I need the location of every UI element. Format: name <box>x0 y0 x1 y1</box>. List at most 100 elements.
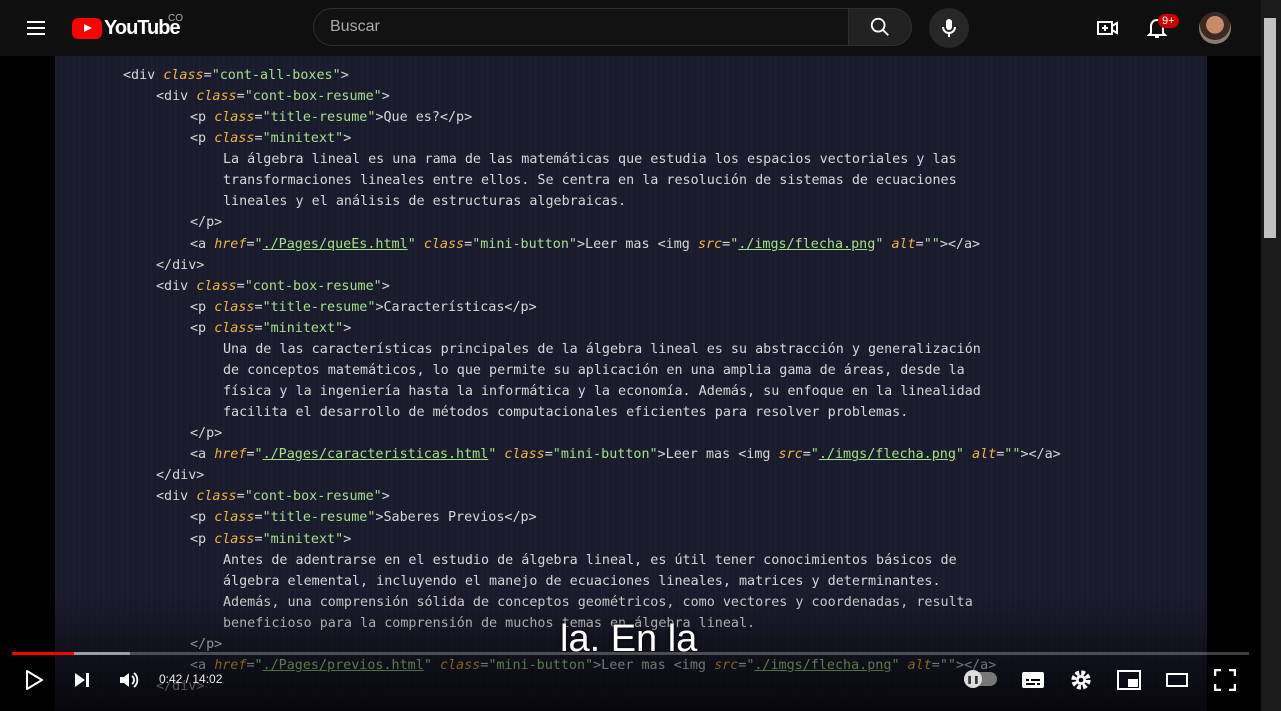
theater-mode-button[interactable] <box>1164 668 1190 692</box>
code-token: " <box>254 236 263 252</box>
code-token: class <box>214 110 255 126</box>
code-token: "minitext" <box>262 131 344 147</box>
code-line: </p> <box>190 213 222 233</box>
code-token: "cont-all-boxes" <box>211 68 341 83</box>
code-line: <p class="minitext"> <box>190 530 351 550</box>
code-token: href <box>214 236 247 252</box>
gear-icon <box>1071 670 1091 690</box>
code-token: = <box>254 531 263 547</box>
search-button[interactable] <box>848 8 912 46</box>
code-line: lineales y el análisis de estructuras al… <box>223 192 626 212</box>
next-button[interactable] <box>70 668 94 692</box>
time-display: 0:42 / 14:02 <box>159 672 223 686</box>
code-token: >Que es?</p> <box>375 110 473 126</box>
code-token: ./Pages/caracteristicas.html <box>262 447 489 463</box>
progress-bar[interactable] <box>12 652 1249 655</box>
code-line: Antes de adentrarse en el estudio de álg… <box>223 551 957 571</box>
create-button[interactable] <box>1088 8 1128 48</box>
fullscreen-button[interactable] <box>1212 668 1238 692</box>
code-token: "mini-button" <box>472 236 577 252</box>
autoplay-toggle[interactable]: ❚❚ <box>964 670 997 688</box>
notification-count-badge: 9+ <box>1158 14 1179 28</box>
code-token: <div <box>156 278 197 294</box>
code-token: ./imgs/flecha.png <box>738 236 876 252</box>
code-line: <a href="./Pages/caracteristicas.html" c… <box>190 445 1061 465</box>
code-token: álgebra elemental, incluyendo el manejo … <box>223 573 941 589</box>
code-token: = <box>236 278 245 294</box>
youtube-logo[interactable]: YouTube <box>72 14 181 42</box>
next-icon <box>75 673 89 687</box>
code-token: > <box>381 278 390 294</box>
code-token: "cont-box-resume" <box>244 278 382 294</box>
code-token: "mini-button" <box>552 447 658 463</box>
code-token: = <box>236 489 245 505</box>
code-token: >Características</p> <box>375 299 537 315</box>
pause-small-icon: ❚❚ <box>964 670 982 688</box>
code-line: Una de las características principales d… <box>223 340 981 360</box>
country-code: CO <box>168 13 183 24</box>
code-token: La álgebra lineal es una rama de las mat… <box>223 152 957 168</box>
code-line: física y la ingeniería hasta la informát… <box>223 382 981 402</box>
code-token: = <box>254 510 263 526</box>
video-player[interactable]: <div class="cont-all-boxes"> <div class="… <box>0 56 1261 711</box>
code-token: > <box>381 89 390 105</box>
code-token: >Leer mas <img <box>577 236 698 252</box>
code-token: >Leer mas <img <box>657 447 779 463</box>
code-token: class <box>214 299 255 315</box>
miniplayer-button[interactable] <box>1116 668 1142 692</box>
create-video-icon <box>1097 21 1118 35</box>
code-line: <div class="cont-box-resume"> <box>156 277 390 297</box>
menu-button[interactable] <box>16 8 56 48</box>
code-token: <p <box>190 510 215 526</box>
volume-button[interactable] <box>116 668 142 692</box>
play-button[interactable] <box>20 668 48 692</box>
code-token: "minitext" <box>262 531 344 547</box>
code-token: = <box>254 299 263 315</box>
search-input[interactable] <box>314 9 848 45</box>
code-line: <a href="./Pages/queEs.html" class="mini… <box>190 235 980 255</box>
avatar[interactable] <box>1199 12 1231 44</box>
code-line: <div class="cont-box-resume"> <box>156 487 390 507</box>
code-token: = <box>254 131 263 147</box>
code-token: > <box>343 131 352 147</box>
code-token: facilita el desarrollo de métodos comput… <box>223 405 909 421</box>
code-token: </div> <box>156 468 205 484</box>
code-token: "title-resume" <box>262 110 376 126</box>
youtube-play-icon <box>72 17 102 39</box>
code-line: <p class="title-resume">Que es?</p> <box>190 108 472 128</box>
code-line: La álgebra lineal es una rama de las mat… <box>223 150 957 170</box>
code-line: </div> <box>156 256 204 276</box>
code-token: <div <box>156 89 197 105</box>
code-token: transformaciones lineales entre ellos. S… <box>223 173 957 189</box>
voice-search-button[interactable] <box>929 8 969 48</box>
code-token: = <box>236 89 245 105</box>
settings-button[interactable] <box>1068 668 1094 692</box>
code-token: class <box>196 489 237 505</box>
code-token: " <box>407 236 416 252</box>
search-box[interactable] <box>313 8 849 46</box>
volume-icon <box>120 672 139 688</box>
code-token: " <box>810 447 819 463</box>
code-token: "minitext" <box>262 320 344 336</box>
code-token: <p <box>190 110 215 126</box>
code-token: <p <box>190 531 215 547</box>
code-line: facilita el desarrollo de métodos comput… <box>223 403 908 423</box>
code-token: Antes de adentrarse en el estudio de álg… <box>223 552 957 568</box>
code-token: class <box>196 89 237 105</box>
fullscreen-icon <box>1214 669 1236 691</box>
subtitles-icon <box>1022 672 1044 688</box>
code-token: class <box>214 131 255 147</box>
subtitles-button[interactable] <box>1020 668 1046 692</box>
code-token: = <box>544 447 553 463</box>
code-line: <p class="title-resume">Características<… <box>190 298 537 318</box>
code-token: class <box>214 531 255 547</box>
code-token: </p> <box>190 426 223 442</box>
code-line: </p> <box>190 424 222 444</box>
play-icon <box>26 670 43 690</box>
code-token: > <box>340 68 349 83</box>
code-token: "title-resume" <box>262 299 376 315</box>
scrollbar-thumb[interactable] <box>1264 18 1276 238</box>
code-token: = <box>464 236 473 252</box>
notifications-button[interactable]: 9+ <box>1137 8 1179 48</box>
